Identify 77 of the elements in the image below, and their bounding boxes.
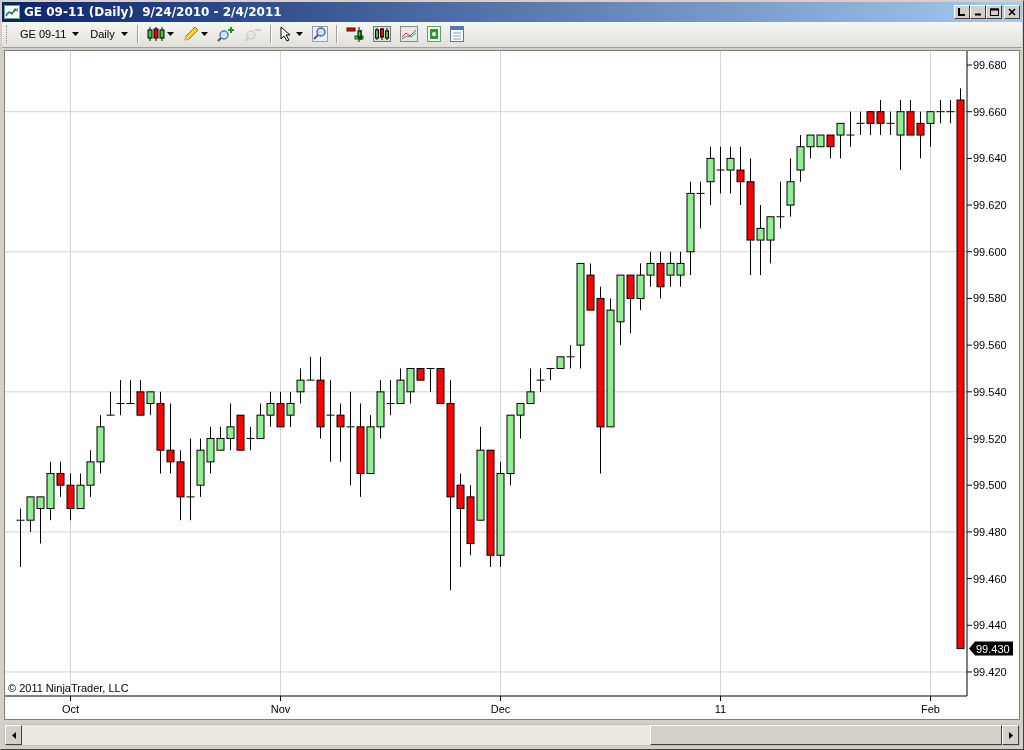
candlestick-icon (146, 26, 165, 43)
caret-icon (166, 32, 174, 37)
maximize-icon (989, 7, 999, 16)
candlestick (726, 146, 735, 194)
scroll-left-button[interactable] (5, 725, 22, 745)
close-icon (1008, 7, 1016, 16)
date-axis-label: Dec (490, 703, 511, 715)
price-axis-label: 99.560 (973, 339, 1007, 352)
candlestick (86, 449, 95, 498)
price-axis-label: 99.420 (973, 665, 1007, 678)
candlestick (646, 251, 655, 288)
copyright-text: © 2011 NinjaTrader, LLC (8, 682, 129, 694)
chart-window-icon (4, 4, 20, 19)
horizontal-scrollbar[interactable] (4, 724, 1020, 746)
price-axis-label: 99.480 (973, 525, 1007, 538)
indicator-chart-icon (345, 26, 364, 43)
date-axis-label: Feb (921, 703, 940, 715)
candlestick (666, 251, 675, 288)
candlestick (396, 368, 405, 404)
candlestick (716, 146, 725, 194)
candlestick (656, 251, 665, 299)
candlestick (276, 391, 285, 428)
link-button[interactable] (954, 4, 970, 19)
candlestick (196, 438, 205, 498)
caret-icon (200, 32, 208, 37)
zoom-in-icon (216, 26, 235, 43)
candlestick (176, 449, 185, 521)
close-button[interactable] (1004, 4, 1020, 19)
caret-icon (295, 32, 303, 37)
price-axis-label: 99.580 (973, 292, 1007, 305)
candlestick (76, 473, 85, 510)
candlestick (776, 181, 785, 229)
scrollbar-thumb[interactable] (650, 725, 1002, 745)
date-axis-label: 11 (714, 703, 727, 715)
price-axis-label: 99.660 (973, 105, 1007, 118)
caret-icon (72, 32, 80, 37)
left-arrow-icon (11, 731, 16, 739)
candlestick (916, 111, 925, 159)
candlestick (286, 391, 295, 428)
candles-box-icon (372, 26, 391, 43)
price-axis-label: 99.640 (973, 152, 1007, 165)
date-axis-label: Nov (270, 703, 291, 715)
pencil-icon (182, 26, 199, 43)
zoom-out-icon (243, 26, 262, 43)
price-axis-label: 99.520 (973, 432, 1007, 445)
caret-icon (120, 32, 128, 37)
candlestick (786, 157, 795, 218)
bracket-icon (958, 7, 966, 16)
right-arrow-icon (1008, 731, 1013, 739)
maximize-button[interactable] (986, 4, 1002, 19)
interval-dropdown[interactable]: Daily (86, 26, 132, 43)
search-icon (311, 26, 328, 43)
candlestick (166, 403, 175, 475)
banknote-icon (426, 26, 441, 43)
price-axis-label: 99.680 (973, 59, 1007, 71)
window-title: GE 09-11 (Daily) 9/24/2010 - 2/4/2011 (24, 4, 283, 19)
annotation: 99.430 (976, 642, 1010, 655)
candlestick (706, 146, 715, 206)
form-icon (449, 26, 464, 43)
price-axis-label: 99.440 (973, 619, 1007, 632)
instrument-dropdown[interactable]: GE 09-11 (16, 26, 84, 43)
price-axis-label: 99.460 (973, 572, 1007, 585)
candlestick (36, 496, 45, 545)
price-axis-label: 99.500 (973, 479, 1007, 492)
candlestick (266, 391, 275, 428)
last-price-tag: 99.430 (969, 641, 1013, 656)
candlestick (66, 473, 75, 521)
minimize-button[interactable] (970, 4, 986, 19)
price-axis-label: 99.620 (973, 199, 1007, 212)
line-chart-icon (399, 26, 418, 43)
candlestick (626, 274, 635, 334)
date-axis-label: Oct (61, 703, 80, 715)
candlestick (466, 484, 475, 556)
scroll-right-button[interactable] (1002, 725, 1019, 745)
candlestick (636, 262, 645, 311)
price-axis-label: 99.600 (973, 245, 1007, 258)
price-axis-label: 99.540 (973, 385, 1007, 398)
